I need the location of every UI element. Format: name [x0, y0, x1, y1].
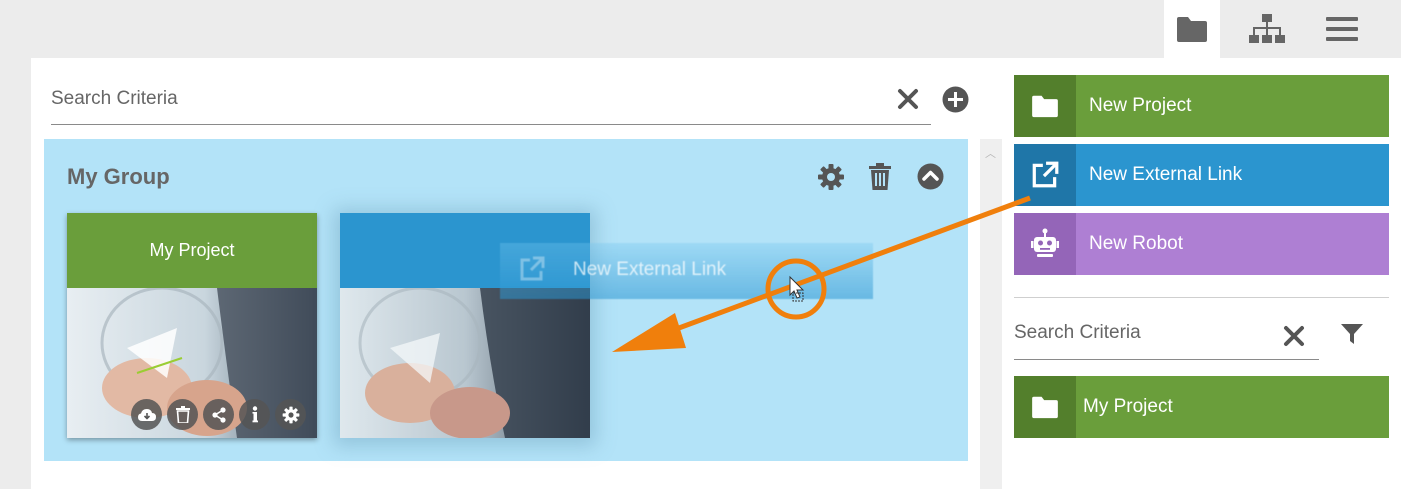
card-actions [131, 399, 306, 430]
drag-ghost: New External Link [500, 243, 873, 299]
hamburger-menu-icon [1326, 17, 1358, 41]
folder-icon [1014, 376, 1076, 438]
new-project-label: New Project [1089, 95, 1192, 116]
card-thumbnail [340, 288, 590, 438]
card-gear-icon[interactable] [275, 399, 306, 430]
menu-tab[interactable] [1314, 0, 1370, 58]
filter-icon[interactable] [1340, 322, 1364, 351]
add-icon[interactable] [942, 86, 969, 118]
clear-search-icon[interactable] [897, 88, 919, 115]
folder-icon [1014, 75, 1076, 137]
search-placeholder: Search Criteria [51, 88, 178, 109]
project-list-item[interactable]: My Project [1014, 376, 1389, 438]
group-title: My Group [67, 164, 170, 189]
project-card[interactable]: My Project [67, 213, 317, 438]
new-robot-label: New Robot [1089, 233, 1183, 254]
new-external-link-label: New External Link [1089, 164, 1243, 185]
download-icon[interactable] [131, 399, 162, 430]
gear-icon[interactable] [817, 163, 845, 196]
project-search-input[interactable]: Search Criteria [1014, 313, 1319, 360]
search-input[interactable]: Search Criteria [51, 78, 931, 125]
folder-icon [1177, 17, 1207, 42]
sitemap-tab[interactable] [1239, 0, 1295, 58]
new-robot-button[interactable]: New Robot [1014, 213, 1389, 275]
share-icon[interactable] [203, 399, 234, 430]
sitemap-icon [1249, 14, 1285, 43]
trash-icon[interactable] [869, 163, 891, 195]
external-link-icon [1014, 144, 1076, 206]
folder-tab[interactable] [1164, 0, 1220, 58]
divider [1014, 297, 1389, 298]
drag-ghost-label: New External Link [573, 259, 727, 280]
ghost-external-link-icon [518, 255, 546, 288]
search-placeholder: Search Criteria [1014, 322, 1141, 343]
new-project-button[interactable]: New Project [1014, 75, 1389, 137]
project-list-label: My Project [1083, 396, 1173, 417]
top-navigation [0, 0, 1401, 58]
scroll-up-arrow-icon[interactable]: ︿ [985, 145, 996, 161]
collapse-icon[interactable] [917, 163, 944, 195]
new-external-link-button[interactable]: New External Link [1014, 144, 1389, 206]
card-title: My Project [67, 213, 317, 288]
card-trash-icon[interactable] [167, 399, 198, 430]
group-panel: My Group My Project [44, 139, 968, 461]
scrollbar[interactable]: ︿ [980, 139, 1002, 489]
robot-icon [1014, 213, 1076, 275]
card-thumbnail [67, 288, 317, 438]
clear-search-icon[interactable] [1283, 325, 1305, 352]
info-icon[interactable] [239, 399, 270, 430]
